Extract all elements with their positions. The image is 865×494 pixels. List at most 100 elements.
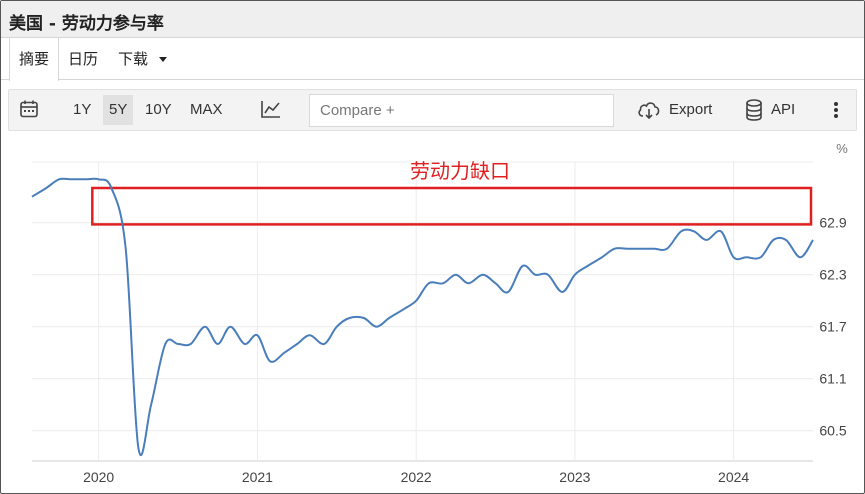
- data-point[interactable]: [333, 323, 341, 331]
- data-point[interactable]: [809, 236, 817, 244]
- data-point[interactable]: [425, 279, 433, 287]
- tab-summary-label: 摘要: [19, 50, 50, 68]
- data-point[interactable]: [95, 175, 103, 183]
- data-point[interactable]: [107, 184, 115, 192]
- range-5y-button[interactable]: 5Y: [103, 95, 134, 125]
- x-tick-label: 2020: [83, 469, 114, 485]
- y-tick-label: 61.7: [819, 319, 846, 335]
- y-tick-label: 61.1: [819, 371, 846, 387]
- data-point[interactable]: [782, 236, 790, 244]
- line-chart: 劳动力缺口 62.962.361.761.160.5 2020 2021 2022 2…: [28, 141, 848, 485]
- data-point[interactable]: [465, 279, 473, 287]
- data-point[interactable]: [161, 340, 169, 348]
- data-point[interactable]: [769, 236, 777, 244]
- tab-calendar-label: 日历: [68, 50, 99, 68]
- x-axis-ticks: 2020 2021 2022 2023 2024: [83, 469, 749, 485]
- data-point[interactable]: [412, 297, 420, 305]
- data-point[interactable]: [796, 253, 804, 261]
- tab-download-label: 下载: [118, 50, 149, 68]
- title-bar: 美国 - 劳动力参与率: [1, 1, 864, 38]
- range-1y-button[interactable]: 1Y: [73, 90, 91, 130]
- data-point[interactable]: [717, 227, 725, 235]
- data-point[interactable]: [345, 314, 353, 322]
- data-point[interactable]: [544, 271, 552, 279]
- export-button[interactable]: Export: [637, 90, 712, 130]
- page-title: 美国 - 劳动力参与率: [9, 14, 164, 34]
- data-point[interactable]: [519, 262, 527, 270]
- compare-input[interactable]: Compare +: [309, 94, 614, 127]
- range-max-button[interactable]: MAX: [190, 90, 223, 130]
- data-point[interactable]: [147, 401, 155, 409]
- data-point[interactable]: [360, 314, 368, 322]
- data-point[interactable]: [571, 271, 579, 279]
- chart-toolbar: 1Y 5Y 10Y MAX Compare + Export API: [8, 89, 857, 131]
- data-point[interactable]: [214, 340, 222, 348]
- data-point[interactable]: [280, 349, 288, 357]
- data-point[interactable]: [28, 193, 36, 201]
- data-point[interactable]: [638, 245, 646, 253]
- more-vertical-icon[interactable]: [833, 100, 839, 120]
- data-point[interactable]: [703, 236, 711, 244]
- data-point[interactable]: [598, 253, 606, 261]
- y-axis-ticks: 62.9 62.3 61.7 61.1 60.5: [819, 215, 846, 439]
- api-label: API: [771, 101, 796, 118]
- data-point[interactable]: [174, 340, 182, 348]
- data-point[interactable]: [372, 323, 380, 331]
- data-point[interactable]: [253, 331, 261, 339]
- data-point[interactable]: [187, 340, 195, 348]
- chevron-down-icon: [158, 57, 167, 62]
- annotation-layer: 劳动力缺口: [91, 160, 813, 226]
- data-point[interactable]: [690, 227, 698, 235]
- data-point[interactable]: [730, 253, 738, 261]
- data-point[interactable]: [241, 340, 249, 348]
- data-point[interactable]: [42, 184, 50, 192]
- x-tick-label: 2021: [242, 469, 273, 485]
- export-label: Export: [669, 101, 713, 118]
- data-point[interactable]: [452, 271, 460, 279]
- data-point[interactable]: [558, 288, 566, 296]
- y-tick-label: 60.5: [819, 423, 846, 439]
- x-tick-label: 2022: [401, 469, 432, 485]
- database-icon: [745, 99, 763, 121]
- data-point[interactable]: [504, 288, 512, 296]
- data-point[interactable]: [479, 271, 487, 279]
- data-point[interactable]: [439, 279, 447, 287]
- data-point[interactable]: [584, 262, 592, 270]
- data-point[interactable]: [663, 245, 671, 253]
- data-point[interactable]: [266, 357, 274, 365]
- tab-summary[interactable]: 摘要: [9, 38, 60, 81]
- data-point[interactable]: [611, 245, 619, 253]
- cloud-download-icon: [637, 100, 661, 120]
- tab-calendar[interactable]: 日历: [68, 38, 98, 80]
- calendar-icon[interactable]: [19, 99, 39, 121]
- data-point[interactable]: [201, 323, 209, 331]
- y-tick-label: 62.3: [819, 267, 846, 283]
- series-layer: [28, 175, 817, 457]
- data-point[interactable]: [55, 175, 63, 183]
- annotation-box: [91, 186, 813, 226]
- data-point[interactable]: [226, 323, 234, 331]
- data-point[interactable]: [293, 340, 301, 348]
- data-point[interactable]: [623, 245, 631, 253]
- data-point[interactable]: [82, 175, 90, 183]
- data-point[interactable]: [742, 253, 750, 261]
- tab-bar: 摘要 日历 下载: [1, 38, 864, 81]
- api-button[interactable]: API: [745, 90, 795, 130]
- range-10y-button[interactable]: 10Y: [145, 90, 172, 130]
- data-point[interactable]: [122, 245, 130, 253]
- data-point[interactable]: [306, 331, 314, 339]
- data-point[interactable]: [492, 279, 500, 287]
- annotation-label: 劳动力缺口: [410, 160, 510, 183]
- data-point[interactable]: [385, 314, 393, 322]
- data-point[interactable]: [399, 305, 407, 313]
- data-point[interactable]: [134, 444, 142, 452]
- data-point[interactable]: [650, 245, 658, 253]
- data-point[interactable]: [677, 227, 685, 235]
- data-point[interactable]: [757, 253, 765, 261]
- series-line[interactable]: [31, 177, 814, 457]
- tab-download[interactable]: 下载: [118, 38, 167, 80]
- data-point[interactable]: [68, 175, 76, 183]
- line-chart-icon[interactable]: [260, 99, 282, 121]
- data-point[interactable]: [531, 271, 539, 279]
- data-point[interactable]: [320, 340, 328, 348]
